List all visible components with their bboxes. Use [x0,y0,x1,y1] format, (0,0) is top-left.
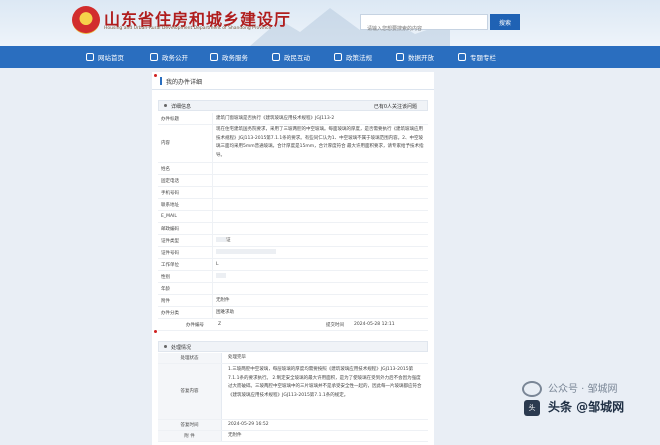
service-icon [210,53,218,61]
search-box[interactable] [360,14,488,36]
nav-topic[interactable]: 专题专栏 [458,46,496,68]
bullet-icon [164,104,167,107]
site-header: 山东省住房和城乡建设厅 Housing and Urban-Rural Deve… [0,0,660,46]
document-icon [150,53,158,61]
toutiao-badge-icon: 头 [524,400,540,416]
main-nav: 网站首页 政务公开 政务服务 政民互动 政策法规 数据开放 专题专栏 [0,46,660,68]
watermark-line2: 头条 @邹城网 [548,400,625,414]
field-attachment: 附件 无附件 [158,295,428,307]
field-employer: 工作单位 L [158,259,428,271]
chat-icon [272,53,280,61]
field-address: 联系地址 [158,199,428,211]
field-id-type: 证件类型证 [158,235,428,247]
reply-time-row: 答复时间 2024-05-29 16:52 [158,420,428,431]
handle-section-header: 处理情况 [158,341,428,352]
field-content: 内容 现在住宅建筑国务院要求，采用了三玻两腔的中空玻璃。每面玻璃的厚度，是否需要执… [158,125,428,163]
reply-content-row: 答复内容 1.三玻两腔中空玻璃，每层玻璃的厚度均需要按照《建筑玻璃应用技术规程》J… [158,364,428,420]
home-icon [86,53,94,61]
field-ticket: 办件编号 Z 提交时间 2024-05-28 12:11 [158,319,428,331]
field-mobile: 手机号码 [158,187,428,199]
field-id-number: 证件号码 [158,247,428,259]
handle-section-title: 处理情况 [171,345,192,351]
breadcrumb-label: 我的办件详细 [166,79,203,86]
law-icon [334,53,342,61]
follow-count: 已有0人关注该问题 [373,104,417,110]
breadcrumb: 我的办件详细 [152,72,434,90]
data-icon [396,53,404,61]
field-email: E_MAIL [158,211,428,223]
site-subtitle: Housing and Urban-Rural Development Depa… [104,26,272,31]
nav-home[interactable]: 网站首页 [86,46,124,68]
nav-data[interactable]: 数据开放 [396,46,434,68]
nav-gov-service[interactable]: 政务服务 [210,46,248,68]
wechat-logo-icon [522,381,542,397]
search-button[interactable]: 搜索 [490,14,520,30]
topic-icon [458,53,466,61]
nav-interaction[interactable]: 政民互动 [272,46,310,68]
detail-section-title: 详细信息 [171,104,192,110]
emblem-logo [72,6,100,34]
field-name: 姓名 [158,163,428,175]
search-input[interactable] [361,22,487,36]
detail-section-header: 详细信息 已有0人关注该问题 [158,100,428,111]
submit-time: 2024-05-28 12:11 [354,322,395,327]
field-phone: 固定电话 [158,175,428,187]
watermark-line1: 公众号 · 邹城网 [548,384,618,395]
field-title: 办件标题 建筑门窗玻璃是否执行《建筑玻璃应用技术规程》JGJ113-2 [158,113,428,125]
red-dot-marker [154,74,157,77]
field-category: 办件分类 困难求助 [158,307,428,319]
red-dot-marker [154,330,157,333]
nav-gov-open[interactable]: 政务公开 [150,46,188,68]
reply-attachment-row: 附 件无附件 [158,431,428,442]
bullet-icon [164,345,167,348]
field-age: 年龄 [158,283,428,295]
nav-policy[interactable]: 政策法规 [334,46,372,68]
handle-status-row: 处理状态 处理完毕 [158,353,428,364]
field-gender: 性别 [158,271,428,283]
field-postcode: 邮政编码 [158,223,428,235]
